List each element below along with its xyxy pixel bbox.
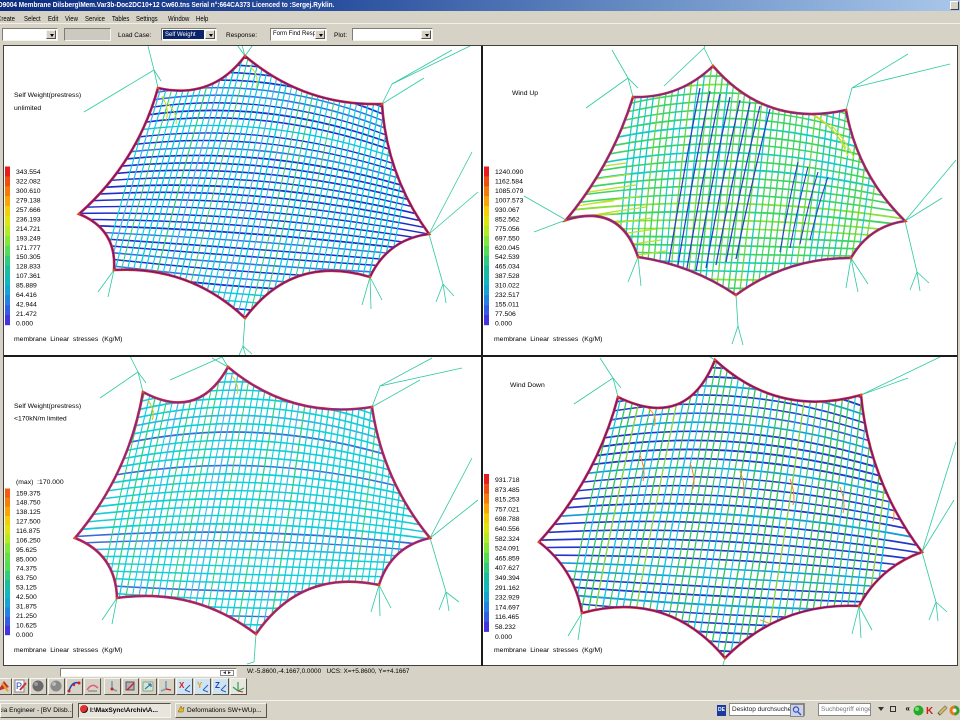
svg-text:620.045: 620.045: [495, 245, 520, 252]
svg-text:Z: Z: [215, 681, 220, 690]
svg-text:membrane Linear stresses (K: membrane Linear stresses (Kg/M): [14, 336, 122, 343]
svg-text:232.517: 232.517: [495, 292, 520, 299]
svg-text:Wind Down: Wind Down: [510, 382, 545, 389]
svg-text:64.416: 64.416: [16, 292, 37, 299]
svg-text:279.138: 279.138: [16, 197, 41, 204]
svg-text:465.034: 465.034: [495, 264, 520, 271]
svg-text:membrane Linear stresses (K: membrane Linear stresses (Kg/M): [494, 336, 602, 343]
svg-text:524.091: 524.091: [495, 546, 520, 553]
svg-text:542.539: 542.539: [495, 254, 520, 261]
svg-text:K: K: [926, 706, 934, 716]
svg-text:X: X: [179, 681, 185, 690]
svg-text:155.011: 155.011: [495, 302, 519, 309]
svg-text:582.324: 582.324: [495, 536, 520, 543]
svg-text:873.485: 873.485: [495, 487, 520, 494]
svg-text:Y: Y: [197, 681, 203, 690]
svg-text:349.394: 349.394: [495, 575, 520, 582]
svg-text:127.500: 127.500: [16, 519, 41, 526]
svg-text:Self Weight(prestress): Self Weight(prestress): [14, 403, 81, 410]
svg-text:58.232: 58.232: [495, 624, 516, 631]
svg-text:697.550: 697.550: [495, 235, 520, 242]
svg-text:407.627: 407.627: [495, 565, 520, 572]
svg-text:128.833: 128.833: [16, 264, 41, 271]
svg-text:77.506: 77.506: [495, 311, 516, 318]
svg-text:42.500: 42.500: [16, 594, 37, 601]
svg-text:291.162: 291.162: [495, 585, 520, 592]
svg-text:10.625: 10.625: [16, 622, 37, 629]
svg-text:310.022: 310.022: [495, 283, 520, 290]
svg-text:343.554: 343.554: [16, 169, 41, 176]
svg-text:930.067: 930.067: [495, 207, 520, 214]
svg-text:257.666: 257.666: [16, 207, 41, 214]
svg-text:852.562: 852.562: [495, 216, 520, 223]
svg-text:159.375: 159.375: [16, 490, 41, 497]
svg-text:0.000: 0.000: [16, 321, 33, 328]
svg-text:0.000: 0.000: [495, 634, 512, 641]
svg-text:21.472: 21.472: [16, 311, 37, 318]
svg-text:0.000: 0.000: [16, 632, 33, 639]
svg-text:85.889: 85.889: [16, 283, 37, 290]
svg-text:148.750: 148.750: [16, 500, 41, 507]
svg-text:322.082: 322.082: [16, 178, 41, 185]
svg-text:116.875: 116.875: [16, 528, 40, 535]
svg-text:174.697: 174.697: [495, 604, 520, 611]
svg-text:31.875: 31.875: [16, 603, 37, 610]
svg-text:171.777: 171.777: [16, 245, 41, 252]
svg-text:42.944: 42.944: [16, 302, 37, 309]
svg-text:640.556: 640.556: [495, 526, 520, 533]
svg-text:membrane Linear stresses (K: membrane Linear stresses (Kg/M): [14, 647, 122, 654]
svg-text:150.305: 150.305: [16, 254, 41, 261]
svg-text:387.528: 387.528: [495, 273, 520, 280]
svg-text:931.718: 931.718: [495, 477, 520, 484]
svg-text:1007.573: 1007.573: [495, 197, 524, 204]
svg-text:106.250: 106.250: [16, 537, 41, 544]
svg-text:74.375: 74.375: [16, 566, 37, 573]
svg-text:Wind Up: Wind Up: [512, 90, 538, 97]
svg-text:116.465: 116.465: [495, 614, 519, 621]
svg-text:138.125: 138.125: [16, 509, 41, 516]
svg-text:214.721: 214.721: [16, 226, 41, 233]
svg-text:Self Weight(prestress): Self Weight(prestress): [14, 92, 81, 99]
svg-text:300.610: 300.610: [16, 188, 41, 195]
svg-text:63.750: 63.750: [16, 575, 37, 582]
svg-text:95.625: 95.625: [16, 547, 37, 554]
svg-text:757.021: 757.021: [495, 506, 520, 513]
svg-text:193.249: 193.249: [16, 235, 41, 242]
svg-text:107.361: 107.361: [16, 273, 41, 280]
svg-text:membrane Linear stresses (K: membrane Linear stresses (Kg/M): [494, 647, 602, 654]
svg-text:53.125: 53.125: [16, 585, 37, 592]
svg-text:815.253: 815.253: [495, 497, 520, 504]
svg-text:(max) :170.000: (max) :170.000: [16, 479, 64, 486]
svg-text:465.859: 465.859: [495, 555, 520, 562]
svg-text:unlimited: unlimited: [14, 105, 41, 112]
svg-text:21.250: 21.250: [16, 613, 37, 620]
svg-text:698.788: 698.788: [495, 516, 520, 523]
svg-text:1085.079: 1085.079: [495, 188, 524, 195]
svg-text:85.000: 85.000: [16, 556, 37, 563]
svg-text:232.929: 232.929: [495, 595, 520, 602]
svg-text:<170kN/m limited: <170kN/m limited: [14, 416, 67, 423]
svg-text:236.193: 236.193: [16, 216, 41, 223]
svg-text:1240.090: 1240.090: [495, 169, 524, 176]
svg-text:0.000: 0.000: [495, 321, 512, 328]
svg-text:1162.584: 1162.584: [495, 178, 523, 185]
svg-text:775.056: 775.056: [495, 226, 520, 233]
